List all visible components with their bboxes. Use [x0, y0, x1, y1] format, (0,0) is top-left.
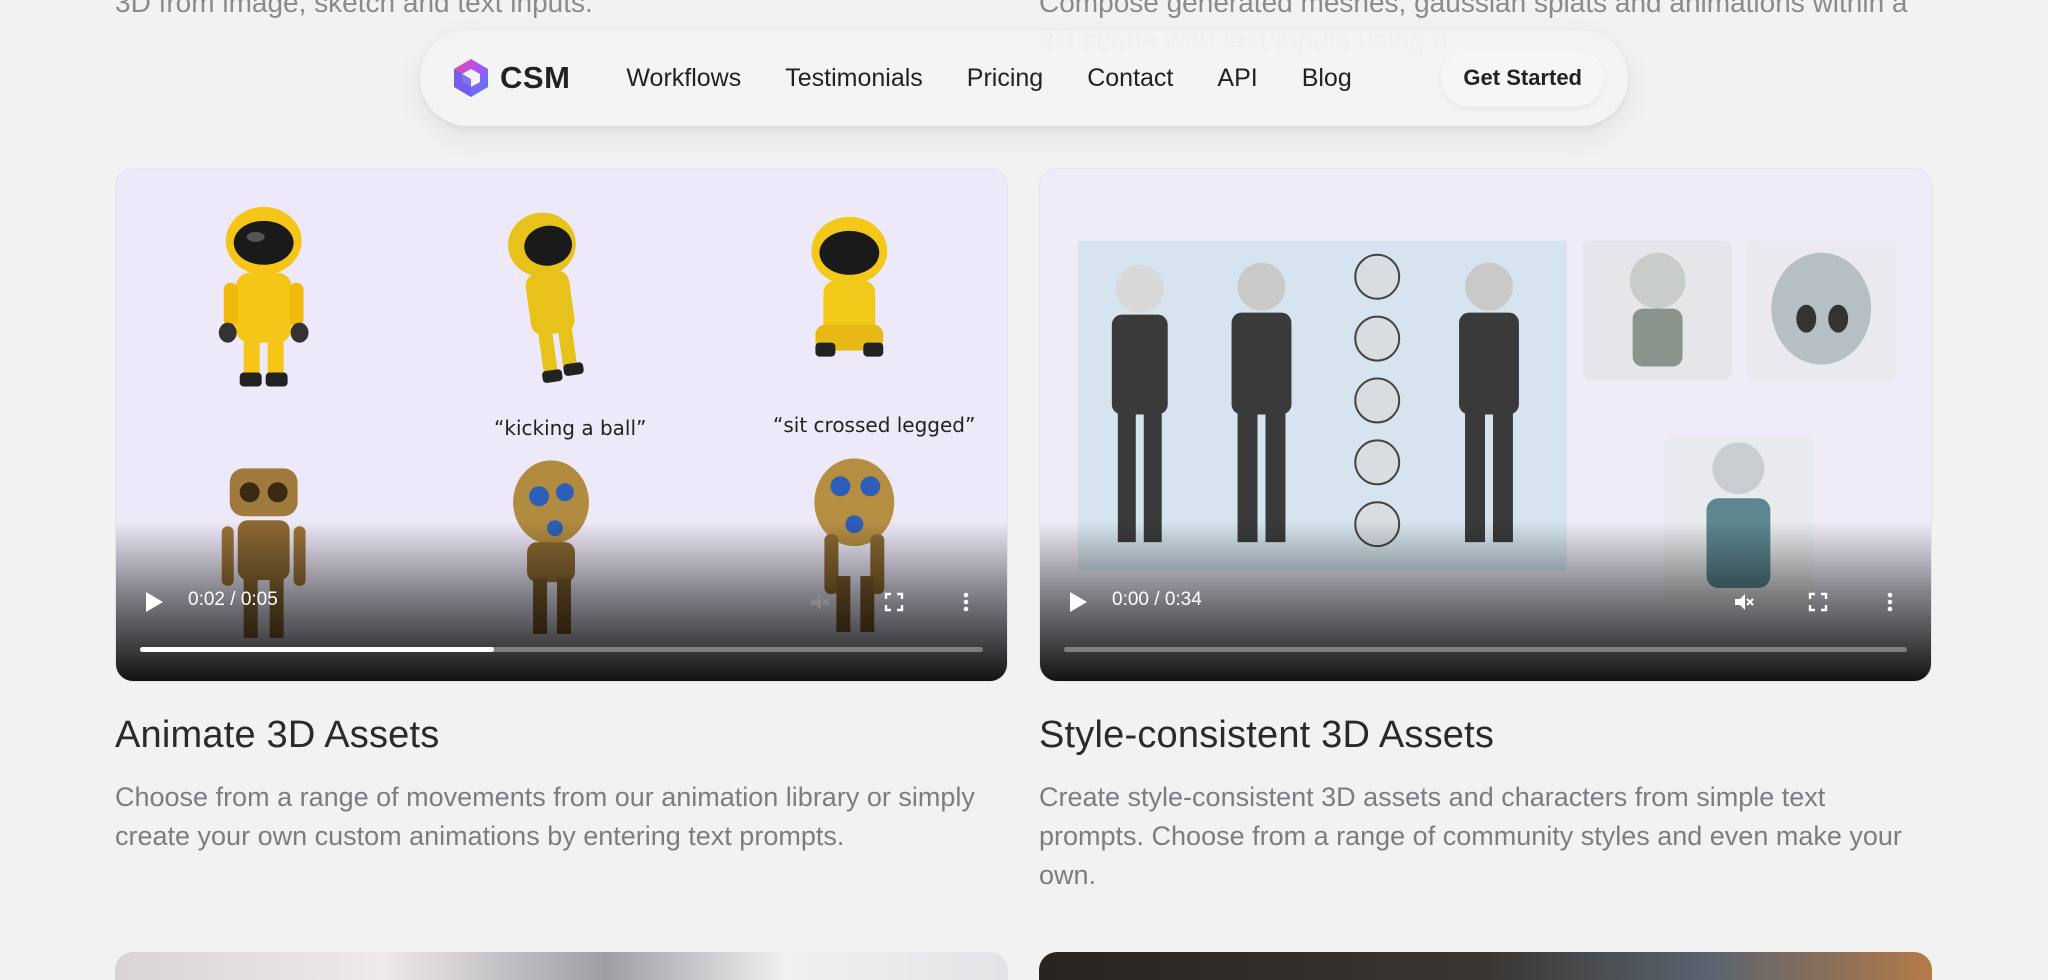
card-description-animate: Choose from a range of movements from ou… — [115, 782, 975, 851]
muted-icon[interactable] — [1732, 590, 1756, 614]
nav-link-blog[interactable]: Blog — [1302, 64, 1352, 93]
video-progress-fill — [140, 647, 495, 652]
muted-icon[interactable] — [808, 590, 832, 614]
next-card-right[interactable] — [1039, 952, 1932, 980]
card-description-style-consistent: Create style-consistent 3D assets and ch… — [1039, 782, 1902, 890]
nav-link-testimonials[interactable]: Testimonials — [785, 64, 923, 93]
fullscreen-icon[interactable] — [1806, 590, 1830, 614]
video-progress-bar[interactable] — [1064, 647, 1907, 652]
video-controls: 0:00 / 0:34 — [1040, 561, 1931, 681]
card-title-style-consistent: Style-consistent 3D Assets — [1039, 714, 1495, 756]
nav-link-pricing[interactable]: Pricing — [967, 64, 1043, 93]
video-progress-bar[interactable] — [140, 647, 983, 652]
next-card-left[interactable] — [115, 952, 1008, 980]
more-options-icon[interactable] — [954, 590, 978, 614]
nav-link-workflows[interactable]: Workflows — [626, 64, 741, 93]
video-player-animate[interactable]: “kicking a ball” “sit crossed legged” 0:… — [115, 168, 1008, 682]
caption-kicking-ball: “kicking a ball” — [494, 416, 647, 440]
video-time: 0:02 / 0:05 — [188, 589, 278, 610]
section-text-left: 3D from image, sketch and text inputs. — [115, 0, 593, 18]
caption-sit-crossed-legged: “sit crossed legged” — [773, 413, 976, 437]
card-title-animate: Animate 3D Assets — [115, 714, 440, 756]
play-icon[interactable] — [1068, 591, 1088, 613]
get-started-button[interactable]: Get Started — [1441, 49, 1604, 107]
fullscreen-icon[interactable] — [882, 590, 906, 614]
more-options-icon[interactable] — [1878, 590, 1902, 614]
main-navbar: CSM Workflows Testimonials Pricing Conta… — [420, 30, 1628, 126]
logo-text: CSM — [500, 60, 571, 95]
section-text-right-line1: Compose generated meshes, gaussian splat… — [1039, 0, 1908, 18]
play-icon[interactable] — [144, 591, 164, 613]
nav-links: Workflows Testimonials Pricing Contact A… — [626, 64, 1441, 93]
nav-link-api[interactable]: API — [1217, 64, 1257, 93]
video-controls: 0:02 / 0:05 — [116, 561, 1007, 681]
nav-link-contact[interactable]: Contact — [1087, 64, 1173, 93]
logo[interactable]: CSM — [450, 57, 570, 99]
video-player-style-consistent[interactable]: 0:00 / 0:34 — [1039, 168, 1932, 682]
csm-logo-icon — [454, 59, 488, 97]
video-time: 0:00 / 0:34 — [1112, 589, 1202, 610]
